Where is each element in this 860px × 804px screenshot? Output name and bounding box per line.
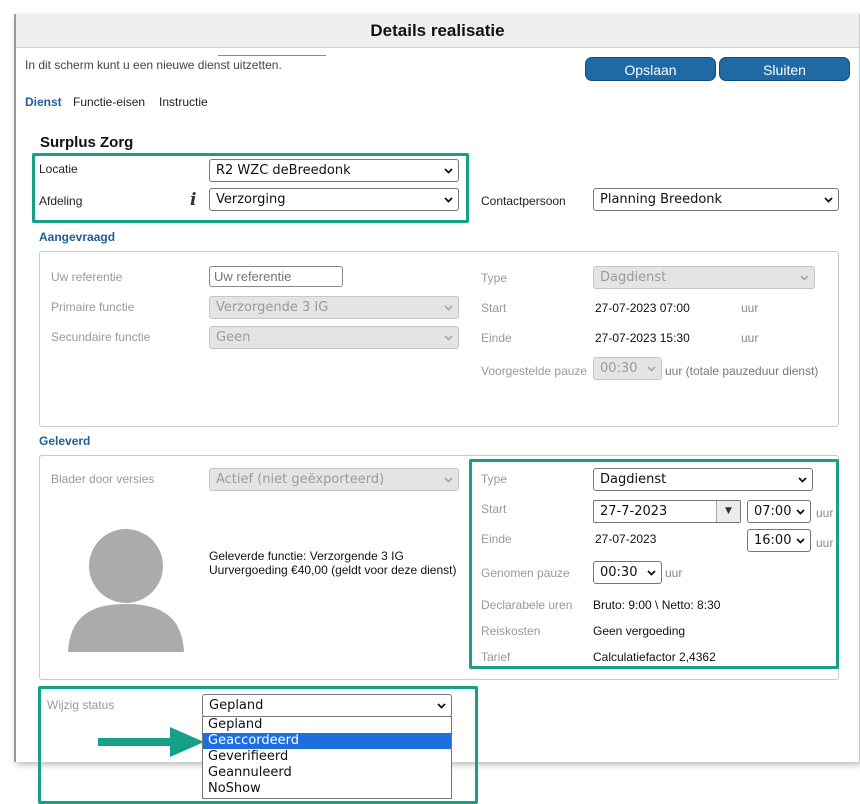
requested-pause-value: 00:30 [600, 361, 638, 376]
primary-function-label: Primaire functie [51, 300, 135, 314]
rate-value: Calculatiefactor 2,4362 [593, 650, 716, 664]
delivered-fee-text: Uurvergoeding €40,00 (geldt voor deze di… [209, 563, 457, 577]
location-value: R2 WZC deBreedonk [216, 163, 351, 178]
delivered-type-value: Dagdienst [600, 472, 667, 487]
tab-functie-eisen[interactable]: Functie-eisen [73, 95, 145, 109]
requested-type-select: Dagdienst [593, 266, 815, 289]
taken-pause-select[interactable]: 00:30 [593, 561, 662, 584]
start-unit: uur [816, 506, 834, 520]
end-date-value: 27-07-2023 [595, 532, 657, 546]
chevron-down-icon [796, 538, 805, 546]
requested-end-label: Einde [481, 331, 512, 345]
chevron-down-icon [800, 275, 809, 283]
requested-pause-select: 00:30 [593, 357, 662, 380]
chevron-down-icon [647, 570, 656, 578]
section-title-delivered: Geleverd [39, 434, 91, 448]
tab-instructie[interactable]: Instructie [159, 95, 208, 109]
status-option-geverifieerd[interactable]: Geverifieerd [203, 749, 451, 765]
section-title-requested: Aangevraagd [39, 230, 116, 244]
end-unit: uur [816, 536, 834, 550]
end-time-select[interactable]: 16:00 [747, 529, 811, 552]
taken-pause-label: Genomen pauze [481, 566, 570, 580]
reference-input[interactable] [209, 266, 343, 287]
status-select[interactable]: Gepland [202, 694, 452, 717]
declarable-value: Bruto: 9:00 \ Netto: 8:30 [593, 598, 721, 612]
requested-pause-note: uur (totale pauzeduur dienst) [665, 364, 819, 378]
save-button[interactable]: Opslaan [585, 57, 716, 81]
status-option-geannuleerd[interactable]: Geannuleerd [203, 765, 451, 781]
tab-dienst[interactable]: Dienst [25, 95, 62, 109]
organization-name: Surplus Zorg [40, 134, 134, 151]
versions-select: Actief (niet geëxporteerd) [209, 468, 459, 491]
chevron-down-icon [444, 305, 453, 313]
chevron-down-icon [437, 703, 446, 711]
status-dropdown-list: Gepland Geaccordeerd Geverifieerd Geannu… [202, 716, 452, 799]
department-select[interactable]: Verzorging [209, 188, 459, 211]
delivered-type-select[interactable]: Dagdienst [593, 468, 813, 491]
location-label: Locatie [39, 162, 78, 176]
declarable-label: Declarabele uren [481, 598, 573, 612]
primary-function-select: Verzorgende 3 IG [209, 296, 459, 319]
primary-function-value: Verzorgende 3 IG [216, 300, 329, 315]
taken-pause-unit: uur [665, 566, 683, 580]
delivered-function-text: Geleverde functie: Verzorgende 3 IG [209, 549, 404, 563]
requested-start-label: Start [481, 301, 507, 315]
intro-text: In dit scherm kunt u een nieuwe dienst u… [25, 58, 282, 72]
travel-label: Reiskosten [481, 624, 541, 638]
requested-start-value: 27-07-2023 07:00 [595, 301, 690, 315]
contact-select[interactable]: Planning Breedonk [593, 188, 839, 211]
end-time-value: 16:00 [754, 533, 792, 548]
arrow-right-icon [98, 727, 204, 757]
rate-label: Tarief [481, 650, 511, 664]
delivered-start-label: Start [481, 502, 507, 516]
versions-label: Blader door versies [51, 472, 155, 486]
chevron-down-icon [444, 335, 453, 343]
requested-type-value: Dagdienst [600, 270, 667, 285]
requested-type-label: Type [481, 271, 508, 285]
location-select[interactable]: R2 WZC deBreedonk [209, 159, 459, 182]
chevron-down-icon [647, 366, 656, 374]
requested-start-unit: uur [741, 301, 759, 315]
status-option-noshow[interactable]: NoShow [203, 781, 451, 797]
status-option-gepland[interactable]: Gepland [203, 717, 451, 733]
reference-label: Uw referentie [51, 270, 123, 284]
requested-pause-label: Voorgestelde pauze [481, 364, 588, 378]
requested-end-unit: uur [741, 331, 759, 345]
info-icon[interactable]: i [190, 190, 196, 210]
start-date-value: 27-7-2023 [600, 504, 668, 519]
delivered-type-label: Type [481, 472, 508, 486]
status-option-geaccordeerd[interactable]: Geaccordeerd [203, 733, 451, 749]
close-button[interactable]: Sluiten [719, 57, 850, 81]
chevron-down-icon [444, 477, 453, 485]
secondary-function-value: Geen [216, 330, 251, 345]
status-label: Wijzig status [47, 698, 115, 712]
contact-value: Planning Breedonk [600, 192, 723, 207]
taken-pause-value: 00:30 [600, 565, 638, 580]
versions-value: Actief (niet geëxporteerd) [216, 472, 385, 487]
travel-value: Geen vergoeding [593, 624, 686, 638]
chevron-down-icon [824, 197, 833, 205]
start-time-select[interactable]: 07:00 [747, 500, 811, 523]
secondary-function-select: Geen [209, 326, 459, 349]
chevron-down-icon [444, 168, 453, 176]
dialog-title: Details realisatie [370, 21, 505, 40]
chevron-down-icon [798, 477, 807, 485]
chevron-down-icon [444, 197, 453, 205]
avatar-placeholder-icon [68, 529, 184, 652]
start-time-value: 07:00 [754, 504, 792, 519]
contact-label: Contactpersoon [481, 194, 566, 208]
requested-end-value: 27-07-2023 15:30 [595, 331, 690, 345]
start-date-input[interactable]: 27-7-2023 ▼ [593, 500, 741, 523]
status-value: Gepland [209, 698, 264, 713]
delivered-end-label: Einde [481, 532, 512, 546]
secondary-function-label: Secundaire functie [51, 330, 151, 344]
department-value: Verzorging [216, 192, 286, 207]
divider [218, 55, 326, 56]
calendar-dropdown-icon[interactable]: ▼ [716, 501, 740, 522]
department-label: Afdeling [39, 194, 83, 208]
chevron-down-icon [796, 509, 805, 517]
